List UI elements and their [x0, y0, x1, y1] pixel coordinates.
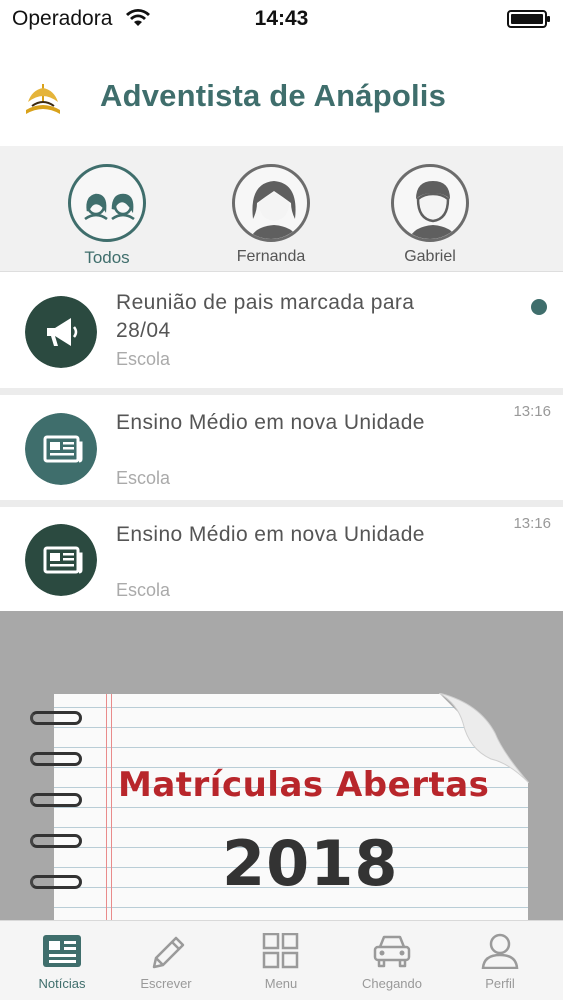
filter-todos[interactable]: Todos — [62, 164, 152, 268]
margin-line — [111, 694, 112, 920]
banner-year: 2018 — [222, 827, 399, 900]
filter-gabriel-label: Gabriel — [404, 248, 456, 265]
news-source: Escola — [116, 468, 171, 488]
filter-gabriel-avatar — [391, 164, 469, 242]
girl-avatar-icon — [250, 181, 298, 239]
filter-gabriel[interactable]: Gabriel — [385, 164, 475, 266]
two-people-icon — [84, 193, 135, 221]
margin-line — [106, 694, 107, 920]
school-logo-icon — [26, 84, 60, 114]
tab-label: Menu — [264, 976, 298, 991]
news-title: Ensino Médio em nova Unidade — [116, 411, 425, 434]
pencil-icon — [152, 936, 185, 969]
news-title: Ensino Médio em nova Unidade — [116, 523, 425, 546]
news-time: 13:16 — [513, 515, 551, 532]
unread-indicator — [531, 299, 547, 315]
news-icon — [43, 935, 81, 967]
news-item[interactable]: Reunião de pais marcada para 28/04 Escol… — [0, 273, 563, 395]
spiral-ring — [30, 793, 82, 807]
filter-fernanda-avatar — [232, 164, 310, 242]
student-filter-bar: Todos Fernanda Gabriel — [0, 146, 563, 272]
status-bar: Operadora 14:43 — [0, 0, 563, 40]
filter-fernanda-label: Fernanda — [236, 248, 306, 265]
news-item[interactable]: Ensino Médio em nova Unidade Escola 13:1… — [0, 507, 563, 611]
tab-label: Chegando — [362, 976, 422, 991]
person-icon — [481, 933, 519, 969]
tab-menu[interactable]: Menu — [225, 921, 337, 1000]
news-source: Escola — [116, 580, 171, 600]
car-icon — [373, 935, 411, 968]
spiral-ring — [30, 834, 82, 848]
clock: 14:43 — [254, 7, 309, 30]
tab-label: Escrever — [140, 976, 192, 991]
app-header: Adventista de Anápolis — [0, 40, 563, 146]
banner-headline: Matrículas Abertas — [118, 765, 490, 805]
battery-icon — [507, 10, 550, 28]
tab-chegando[interactable]: Chegando — [336, 921, 448, 1000]
news-item[interactable]: Ensino Médio em nova Unidade Escola 13:1… — [0, 395, 563, 507]
tab-noticias[interactable]: Notícias — [6, 921, 118, 1000]
tab-perfil[interactable]: Perfil — [444, 921, 556, 1000]
tab-label: Perfil — [485, 976, 515, 991]
news-source: Escola — [116, 349, 171, 369]
news-time: 13:16 — [513, 403, 551, 420]
spiral-ring — [30, 752, 82, 766]
filter-fernanda[interactable]: Fernanda — [226, 164, 316, 266]
spiral-ring — [30, 875, 82, 889]
grid-icon — [262, 933, 299, 969]
news-title: Reunião de pais marcada para 28/04 — [116, 291, 415, 342]
app-title: Adventista de Anápolis — [100, 78, 447, 113]
filter-todos-avatar — [68, 164, 146, 242]
enrollment-banner[interactable]: Matrículas Abertas 2018 — [0, 611, 563, 920]
tab-escrever[interactable]: Escrever — [110, 921, 222, 1000]
newspaper-icon — [25, 413, 97, 485]
tab-label: Notícias — [38, 976, 86, 991]
megaphone-icon — [25, 296, 97, 368]
bottom-tab-bar: Notícias Escrever Menu Chegando Perfil — [0, 920, 563, 1000]
boy-avatar-icon — [409, 181, 457, 239]
filter-todos-label: Todos — [84, 248, 130, 267]
spiral-ring — [30, 711, 82, 725]
newspaper-icon — [25, 524, 97, 596]
